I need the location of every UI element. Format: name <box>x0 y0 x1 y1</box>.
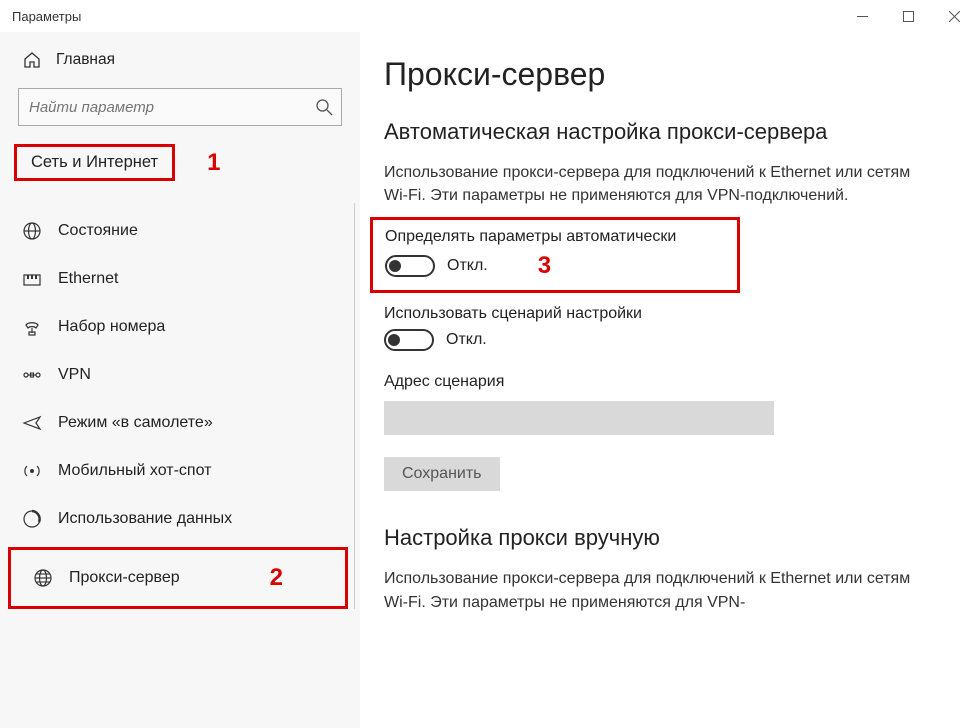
content: Прокси-сервер Автоматическая настройка п… <box>360 32 977 728</box>
nav-list: Состояние Ethernet Набор номера VPN <box>0 207 360 609</box>
search-box[interactable] <box>18 88 342 126</box>
airplane-icon <box>22 413 42 433</box>
sidebar-item-label: Режим «в самолете» <box>58 414 213 432</box>
sidebar-item-label: Использование данных <box>58 510 232 528</box>
sidebar-item-airplane[interactable]: Режим «в самолете» <box>0 399 360 447</box>
vpn-icon <box>22 365 42 385</box>
sidebar-item-dialup[interactable]: Набор номера <box>0 303 360 351</box>
annotation-number-1: 1 <box>207 149 220 177</box>
globe-icon <box>33 568 53 588</box>
home-link[interactable]: Главная <box>0 40 360 84</box>
ethernet-icon <box>22 269 42 289</box>
sidebar-item-label: VPN <box>58 366 91 384</box>
close-button[interactable] <box>931 0 977 32</box>
auto-detect-state: Откл. <box>447 257 488 275</box>
annotation-box-1: Сеть и Интернет <box>14 144 175 181</box>
auto-section-heading: Автоматическая настройка прокси-сервера <box>384 119 953 145</box>
annotation-number-3: 3 <box>538 252 551 280</box>
sidebar-item-ethernet[interactable]: Ethernet <box>0 255 360 303</box>
titlebar: Параметры <box>0 0 977 32</box>
globe-icon <box>22 221 42 241</box>
sidebar-item-status[interactable]: Состояние <box>0 207 360 255</box>
sidebar-item-label: Набор номера <box>58 318 165 336</box>
manual-section-desc: Использование прокси-сервера для подключ… <box>384 567 924 613</box>
use-script-state: Откл. <box>446 331 487 349</box>
manual-section-heading: Настройка прокси вручную <box>384 525 953 551</box>
search-icon <box>315 98 333 116</box>
section-label: Сеть и Интернет <box>31 153 158 171</box>
data-usage-icon <box>22 509 42 529</box>
save-button[interactable]: Сохранить <box>384 457 500 491</box>
sidebar-item-vpn[interactable]: VPN <box>0 351 360 399</box>
annotation-number-2: 2 <box>270 564 283 592</box>
section-header-row: Сеть и Интернет 1 <box>0 144 360 181</box>
sidebar-item-proxy[interactable]: Прокси-сервер 2 <box>8 547 348 609</box>
sidebar-item-label: Мобильный хот-спот <box>58 462 211 480</box>
sidebar-item-label: Прокси-сервер <box>69 569 180 587</box>
home-label: Главная <box>56 51 115 69</box>
annotation-box-3: Определять параметры автоматически Откл.… <box>370 217 740 293</box>
sidebar: Главная Сеть и Интернет 1 Состояние <box>0 32 360 728</box>
use-script-toggle[interactable] <box>384 329 434 351</box>
auto-section-desc: Использование прокси-сервера для подключ… <box>384 161 924 207</box>
sidebar-item-label: Состояние <box>58 222 138 240</box>
search-input[interactable] <box>29 99 315 116</box>
sidebar-item-label: Ethernet <box>58 270 118 288</box>
auto-detect-toggle[interactable] <box>385 255 435 277</box>
sidebar-item-hotspot[interactable]: Мобильный хот-спот <box>0 447 360 495</box>
sidebar-item-data-usage[interactable]: Использование данных <box>0 495 360 543</box>
window-title: Параметры <box>12 9 81 24</box>
script-address-input[interactable] <box>384 401 774 435</box>
auto-detect-label: Определять параметры автоматически <box>385 228 725 246</box>
script-address-label: Адрес сценария <box>384 373 953 391</box>
vertical-divider <box>354 203 355 609</box>
minimize-button[interactable] <box>839 0 885 32</box>
use-script-label: Использовать сценарий настройки <box>384 305 953 323</box>
home-icon <box>22 50 42 70</box>
maximize-button[interactable] <box>885 0 931 32</box>
dialup-icon <box>22 317 42 337</box>
hotspot-icon <box>22 461 42 481</box>
page-title: Прокси-сервер <box>384 56 953 93</box>
